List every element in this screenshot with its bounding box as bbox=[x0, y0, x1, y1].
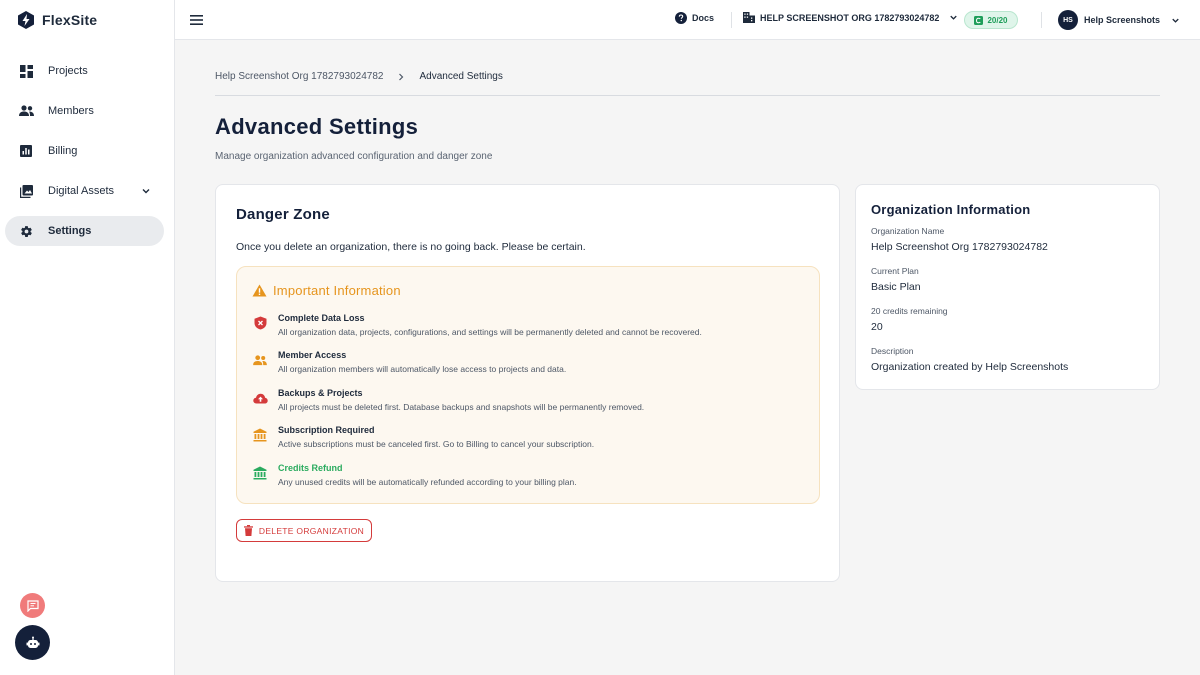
info-item-member-access: Member Access All organization members w… bbox=[252, 350, 566, 374]
page-subtitle: Manage organization advanced configurati… bbox=[215, 151, 493, 162]
org-switcher[interactable]: HELP SCREENSHOT ORG 1782793024782 bbox=[743, 12, 959, 23]
building-icon bbox=[743, 12, 755, 23]
important-info-heading: Important Information bbox=[252, 283, 401, 298]
image-icon bbox=[18, 183, 34, 199]
chevron-right-icon bbox=[399, 73, 404, 80]
org-field-label: 20 credits remaining bbox=[871, 306, 948, 316]
bar-chart-icon bbox=[18, 143, 34, 159]
info-item-desc: Active subscriptions must be canceled fi… bbox=[278, 439, 595, 449]
breadcrumb-current: Advanced Settings bbox=[419, 71, 503, 82]
info-item-credits-refund: Credits Refund Any unused credits will b… bbox=[252, 463, 577, 487]
org-field-description: Description Organization created by Help… bbox=[871, 346, 1068, 373]
sidebar: FlexSite Projects Members Billing Digita… bbox=[0, 0, 175, 675]
org-field-name: Organization Name Help Screenshot Org 17… bbox=[871, 226, 1048, 253]
org-field-label: Organization Name bbox=[871, 226, 945, 236]
sidebar-item-settings[interactable]: Settings bbox=[5, 216, 164, 246]
robot-icon bbox=[26, 636, 39, 648]
org-info-title: Organization Information bbox=[871, 202, 1031, 217]
sidebar-item-members[interactable]: Members bbox=[5, 96, 164, 126]
delete-organization-button[interactable]: DELETE ORGANIZATION bbox=[236, 519, 372, 542]
sidebar-item-digital-assets[interactable]: Digital Assets bbox=[5, 176, 164, 206]
user-menu[interactable]: HS Help Screenshots bbox=[1058, 10, 1181, 30]
info-item-desc: Any unused credits will be automatically… bbox=[278, 477, 577, 487]
trash-icon bbox=[243, 525, 253, 536]
top-bar: Docs HELP SCREENSHOT ORG 1782793024782 2… bbox=[175, 0, 1200, 40]
credits-badge[interactable]: 20/20 bbox=[964, 11, 1018, 29]
flexsite-logo-icon bbox=[18, 11, 34, 29]
cloud-upload-icon bbox=[252, 390, 268, 406]
chevron-down-icon bbox=[950, 15, 958, 20]
avatar: HS bbox=[1058, 10, 1078, 30]
sidebar-item-billing[interactable]: Billing bbox=[5, 136, 164, 166]
feedback-icon bbox=[26, 599, 39, 612]
important-info-box: Important Information Complete Data Loss… bbox=[236, 266, 820, 504]
credits-icon bbox=[974, 15, 984, 25]
danger-zone-warning: Once you delete an organization, there i… bbox=[236, 241, 586, 253]
org-field-label: Current Plan bbox=[871, 266, 919, 276]
info-item-backups: Backups & Projects All projects must be … bbox=[252, 388, 644, 412]
sidebar-item-label: Digital Assets bbox=[48, 185, 115, 197]
sidebar-item-label: Settings bbox=[48, 225, 92, 237]
user-name: Help Screenshots bbox=[1084, 15, 1161, 25]
hamburger-icon bbox=[189, 15, 203, 25]
organization-info-card: Organization Information Organization Na… bbox=[855, 184, 1160, 390]
info-item-title: Member Access bbox=[278, 350, 347, 360]
sidebar-item-label: Projects bbox=[48, 65, 88, 77]
info-item-title: Complete Data Loss bbox=[278, 313, 365, 323]
credits-label: 20/20 bbox=[987, 15, 1008, 25]
docs-label: Docs bbox=[692, 13, 715, 23]
brand[interactable]: FlexSite bbox=[0, 0, 174, 40]
info-heading-label: Important Information bbox=[273, 283, 401, 298]
info-item-title: Credits Refund bbox=[278, 463, 343, 473]
assistant-button[interactable] bbox=[15, 625, 50, 660]
org-field-value: Help Screenshot Org 1782793024782 bbox=[871, 241, 1048, 253]
info-item-title: Subscription Required bbox=[278, 425, 375, 435]
divider bbox=[731, 12, 732, 28]
info-item-data-loss: Complete Data Loss All organization data… bbox=[252, 313, 702, 337]
info-item-subscription: Subscription Required Active subscriptio… bbox=[252, 425, 594, 449]
people-icon bbox=[18, 103, 34, 119]
help-circle-icon bbox=[675, 12, 687, 24]
breadcrumb: Help Screenshot Org 1782793024782 Advanc… bbox=[215, 71, 503, 82]
org-field-value: Organization created by Help Screenshots bbox=[871, 361, 1069, 373]
org-field-value: 20 bbox=[871, 321, 883, 333]
info-item-desc: All organization members will automatica… bbox=[278, 364, 567, 374]
feedback-button[interactable] bbox=[20, 593, 45, 618]
bank-icon bbox=[252, 427, 268, 443]
org-field-credits: 20 credits remaining 20 bbox=[871, 306, 948, 333]
sidebar-item-label: Members bbox=[48, 105, 94, 117]
danger-zone-card: Danger Zone Once you delete an organizat… bbox=[215, 184, 840, 582]
menu-button[interactable] bbox=[188, 12, 204, 28]
divider bbox=[215, 95, 1160, 96]
info-item-desc: All projects must be deleted first. Data… bbox=[278, 402, 645, 412]
bank-icon bbox=[252, 465, 268, 481]
people-icon bbox=[252, 352, 268, 368]
docs-link[interactable]: Docs bbox=[675, 12, 714, 24]
page-title: Advanced Settings bbox=[215, 114, 419, 139]
brand-name: FlexSite bbox=[42, 12, 98, 28]
chevron-down-icon[interactable] bbox=[140, 185, 152, 197]
org-field-plan: Current Plan Basic Plan bbox=[871, 266, 921, 293]
sidebar-nav: Projects Members Billing Digital Assets bbox=[0, 56, 174, 246]
warning-icon bbox=[252, 284, 267, 297]
divider bbox=[1041, 12, 1042, 28]
dashboard-icon bbox=[18, 63, 34, 79]
shield-icon bbox=[252, 315, 268, 331]
danger-zone-title: Danger Zone bbox=[236, 206, 330, 223]
delete-button-label: DELETE ORGANIZATION bbox=[258, 525, 365, 536]
org-field-label: Description bbox=[871, 346, 914, 356]
info-item-title: Backups & Projects bbox=[278, 388, 363, 398]
org-field-value: Basic Plan bbox=[871, 281, 921, 293]
chevron-down-icon bbox=[1172, 18, 1179, 23]
breadcrumb-org-link[interactable]: Help Screenshot Org 1782793024782 bbox=[215, 71, 383, 82]
sidebar-item-projects[interactable]: Projects bbox=[5, 56, 164, 86]
info-item-desc: All organization data, projects, configu… bbox=[278, 327, 702, 337]
gear-icon bbox=[18, 223, 34, 239]
sidebar-item-label: Billing bbox=[48, 145, 78, 157]
org-name-label: HELP SCREENSHOT ORG 1782793024782 bbox=[760, 12, 940, 23]
